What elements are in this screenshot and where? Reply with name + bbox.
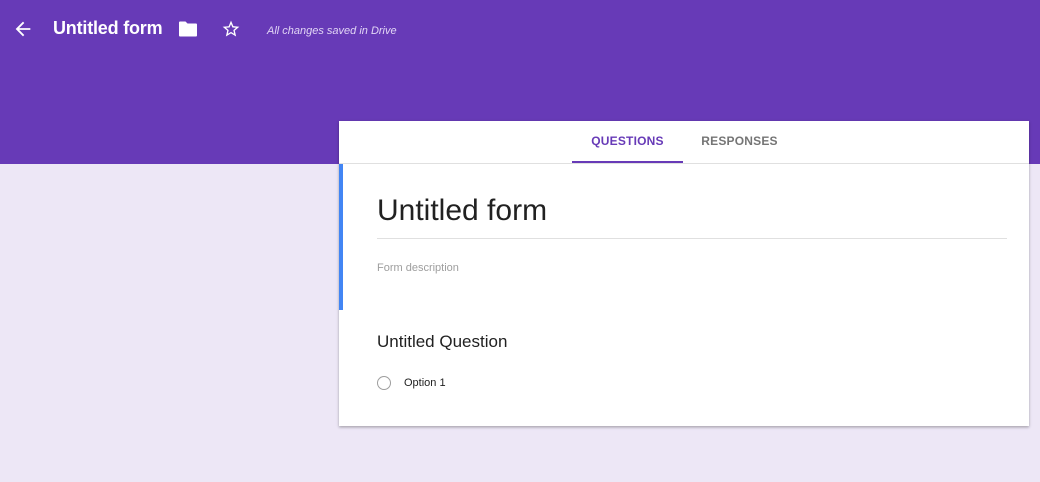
form-card: QUESTIONS RESPONSES Untitled form Form d… <box>339 121 1029 426</box>
form-title-input[interactable]: Untitled form <box>377 194 547 228</box>
document-title[interactable]: Untitled form <box>53 18 163 39</box>
arrow-back-icon <box>15 21 31 37</box>
form-description-input[interactable]: Form description <box>377 262 459 274</box>
question-item[interactable]: Untitled Question Option 1 <box>339 310 1029 426</box>
question-title[interactable]: Untitled Question <box>377 332 507 352</box>
option-row: Option 1 <box>377 374 446 392</box>
star-button[interactable] <box>221 19 241 39</box>
tab-questions[interactable]: QUESTIONS <box>572 121 683 163</box>
focus-accent-bar <box>339 164 343 310</box>
tab-responses[interactable]: RESPONSES <box>683 121 796 163</box>
form-title-underline <box>377 238 1007 239</box>
move-to-folder-button[interactable] <box>178 20 198 38</box>
radio-button[interactable] <box>377 376 391 390</box>
option-label[interactable]: Option 1 <box>404 377 446 389</box>
back-button[interactable] <box>12 18 34 40</box>
star-outline-icon <box>222 20 240 37</box>
form-header-section[interactable]: Untitled form Form description <box>339 164 1029 310</box>
active-tab-indicator <box>572 161 683 163</box>
folder-icon <box>179 21 197 37</box>
top-bar: Untitled form All changes saved in Drive <box>0 0 1040 60</box>
save-status-text: All changes saved in Drive <box>267 25 397 37</box>
tab-bar: QUESTIONS RESPONSES <box>339 121 1029 164</box>
